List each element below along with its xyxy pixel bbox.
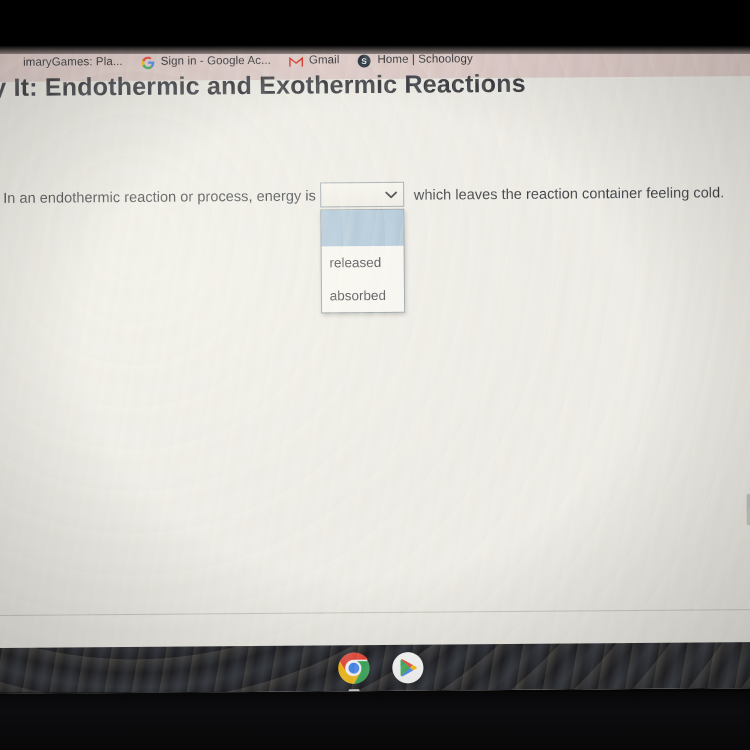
- question-row: In an endothermic reaction or process, e…: [3, 181, 725, 314]
- bookmark-label: Gmail: [308, 54, 340, 67]
- chromeos-shelf: [0, 641, 750, 694]
- google-g-icon: [141, 56, 155, 70]
- schoology-icon: S: [357, 54, 371, 68]
- select-closed-box[interactable]: [319, 181, 404, 208]
- select-options-list[interactable]: released absorbed: [319, 208, 405, 314]
- page-content: ry It: Endothermic and Exothermic Reacti…: [0, 70, 750, 694]
- chevron-down-icon: [384, 191, 397, 198]
- page-title: ry It: Endothermic and Exothermic Reacti…: [0, 69, 526, 103]
- svg-text:S: S: [362, 57, 368, 66]
- play-store-icon[interactable]: [391, 651, 425, 685]
- bookmark-label: Sign in - Google Ac...: [160, 55, 271, 68]
- select-option-released[interactable]: released: [321, 246, 403, 280]
- gmail-icon: [288, 55, 303, 69]
- bookmark-gmail[interactable]: Gmail: [280, 51, 349, 72]
- question-tail-text: which leaves the reaction container feel…: [413, 184, 725, 204]
- bookmark-label: imaryGames: Pla...: [23, 56, 123, 70]
- vertical-scrollbar-thumb[interactable]: [746, 493, 750, 526]
- laptop-screen: imaryGames: Pla... Sign in - Google Ac..…: [0, 39, 750, 694]
- chrome-active-indicator: [348, 689, 360, 693]
- question-lead-text: In an endothermic reaction or process, e…: [3, 187, 316, 207]
- primarygames-icon: [3, 57, 17, 71]
- select-option-blank[interactable]: [321, 209, 404, 247]
- energy-select[interactable]: released absorbed: [319, 181, 405, 314]
- bookmark-label: Home | Schoology: [377, 53, 473, 67]
- photograph-of-laptop-screen: imaryGames: Pla... Sign in - Google Ac..…: [0, 0, 750, 750]
- bookmark-google-signin[interactable]: Sign in - Google Ac...: [132, 52, 280, 73]
- bookmark-schoology[interactable]: S Home | Schoology: [348, 50, 482, 71]
- content-divider: [0, 608, 750, 616]
- chrome-icon[interactable]: [337, 651, 371, 693]
- bottom-bezel: [0, 692, 750, 750]
- select-option-absorbed[interactable]: absorbed: [322, 279, 404, 313]
- bookmark-primarygames[interactable]: imaryGames: Pla...: [0, 53, 132, 74]
